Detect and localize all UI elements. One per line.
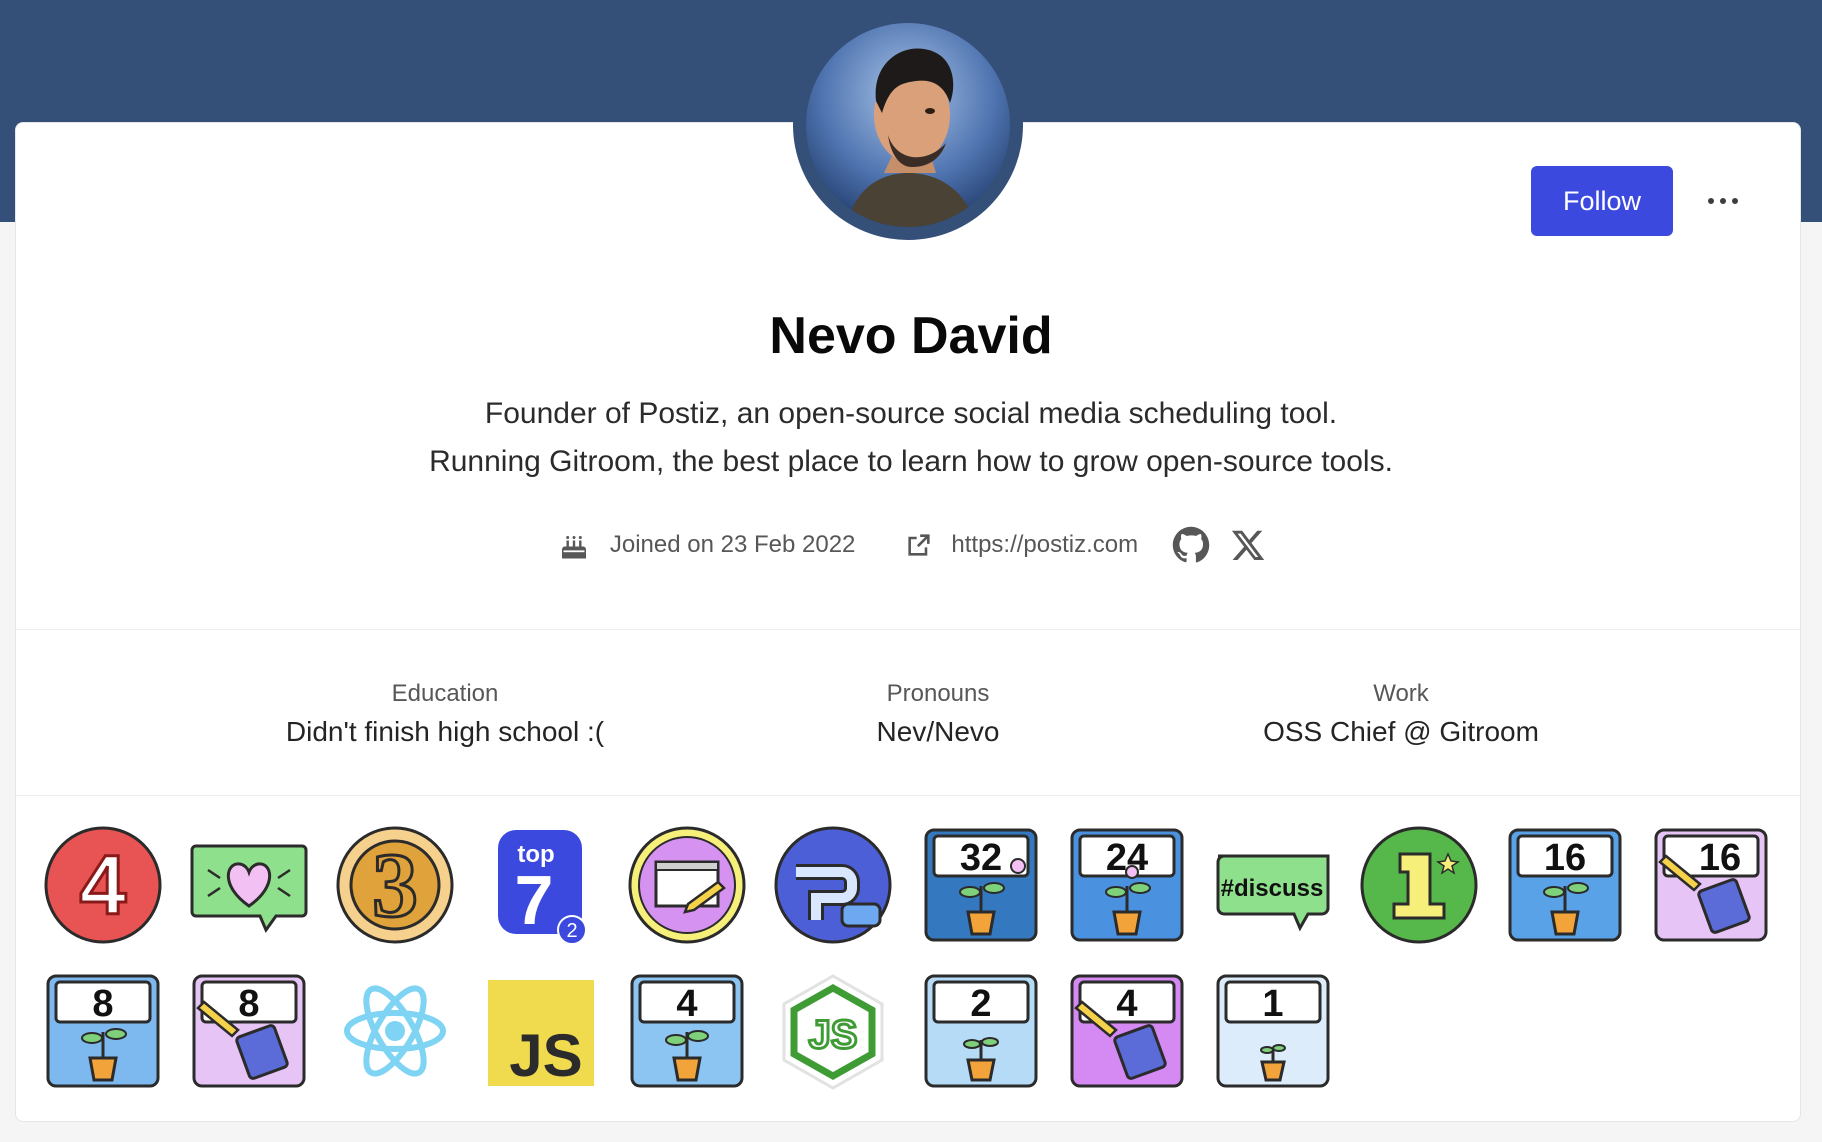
work-info: Work OSS Chief @ Gitroom bbox=[1101, 676, 1701, 748]
2-week-streak-badge[interactable]: 2 bbox=[922, 972, 1040, 1090]
cake-icon bbox=[556, 527, 592, 563]
svg-text:JS: JS bbox=[809, 1013, 858, 1057]
svg-text:4: 4 bbox=[1116, 983, 1137, 1025]
svg-text:8: 8 bbox=[238, 983, 259, 1025]
website-link[interactable]: https://postiz.com bbox=[905, 531, 1138, 559]
joined-date: Joined on 23 Feb 2022 bbox=[556, 527, 856, 563]
nodejs-badge[interactable]: JS bbox=[774, 972, 892, 1090]
svg-text:8: 8 bbox=[92, 983, 113, 1025]
4-week-writing-streak-badge[interactable]: 4 bbox=[1068, 972, 1186, 1090]
avatar bbox=[793, 10, 1023, 240]
svg-text:4: 4 bbox=[80, 838, 127, 932]
external-link-icon bbox=[905, 531, 933, 559]
16-week-streak-badge[interactable]: 16 bbox=[1506, 826, 1624, 944]
divider bbox=[16, 629, 1800, 630]
profile-meta: Joined on 23 Feb 2022 https://postiz.com bbox=[0, 522, 1822, 568]
2-year-badge[interactable] bbox=[774, 826, 892, 944]
bio-line: Founder of Postiz, an open-source social… bbox=[484, 397, 1338, 430]
svg-text:2: 2 bbox=[970, 983, 991, 1025]
svg-text:16: 16 bbox=[1699, 837, 1741, 879]
3-year-badge[interactable]: 3 bbox=[336, 826, 454, 944]
top-7-badge[interactable]: top 7 2 bbox=[482, 826, 600, 944]
javascript-badge[interactable]: JS bbox=[482, 972, 600, 1090]
follow-button[interactable]: Follow bbox=[1531, 166, 1673, 236]
1-year-badge[interactable] bbox=[1360, 826, 1478, 944]
8-week-writing-streak-badge[interactable]: 8 bbox=[190, 972, 308, 1090]
discuss-badge[interactable]: #discuss bbox=[1214, 826, 1332, 944]
svg-text:16: 16 bbox=[1544, 837, 1586, 879]
svg-text:3: 3 bbox=[372, 834, 418, 936]
4-week-streak-badge[interactable]: 4 bbox=[628, 972, 746, 1090]
svg-text:2: 2 bbox=[566, 920, 577, 942]
info-label: Work bbox=[1373, 680, 1429, 707]
writing-debut-badge[interactable] bbox=[628, 826, 746, 944]
info-value: OSS Chief @ Gitroom bbox=[1263, 716, 1539, 747]
heart-speech-badge[interactable] bbox=[190, 826, 308, 944]
github-icon[interactable] bbox=[1172, 526, 1210, 564]
svg-text:JS: JS bbox=[509, 1022, 582, 1089]
4-year-badge[interactable]: 4 bbox=[44, 826, 162, 944]
divider bbox=[16, 795, 1800, 796]
more-horizontal-icon bbox=[1708, 198, 1714, 204]
website-url: https://postiz.com bbox=[951, 531, 1139, 558]
1-week-streak-badge[interactable]: 1 bbox=[1214, 972, 1332, 1090]
svg-text:32: 32 bbox=[960, 837, 1002, 879]
react-badge[interactable] bbox=[336, 972, 454, 1090]
32-week-streak-badge[interactable]: 32 bbox=[922, 826, 1040, 944]
svg-text:1: 1 bbox=[1262, 983, 1283, 1025]
profile-bio: Founder of Postiz, an open-source social… bbox=[0, 390, 1822, 486]
x-twitter-icon[interactable] bbox=[1230, 527, 1266, 563]
bio-line: Running Gitroom, the best place to learn… bbox=[429, 445, 1393, 478]
24-week-streak-badge[interactable]: 24 bbox=[1068, 826, 1186, 944]
more-options-button[interactable] bbox=[1690, 176, 1756, 226]
8-week-streak-badge[interactable]: 8 bbox=[44, 972, 162, 1090]
svg-text:4: 4 bbox=[676, 983, 697, 1025]
16-week-writing-streak-badge[interactable]: 16 bbox=[1652, 826, 1770, 944]
joined-text: Joined on 23 Feb 2022 bbox=[609, 531, 856, 558]
profile-name: Nevo David bbox=[769, 307, 1053, 365]
svg-text:7: 7 bbox=[515, 861, 554, 939]
svg-text:#discuss: #discuss bbox=[1221, 875, 1324, 902]
